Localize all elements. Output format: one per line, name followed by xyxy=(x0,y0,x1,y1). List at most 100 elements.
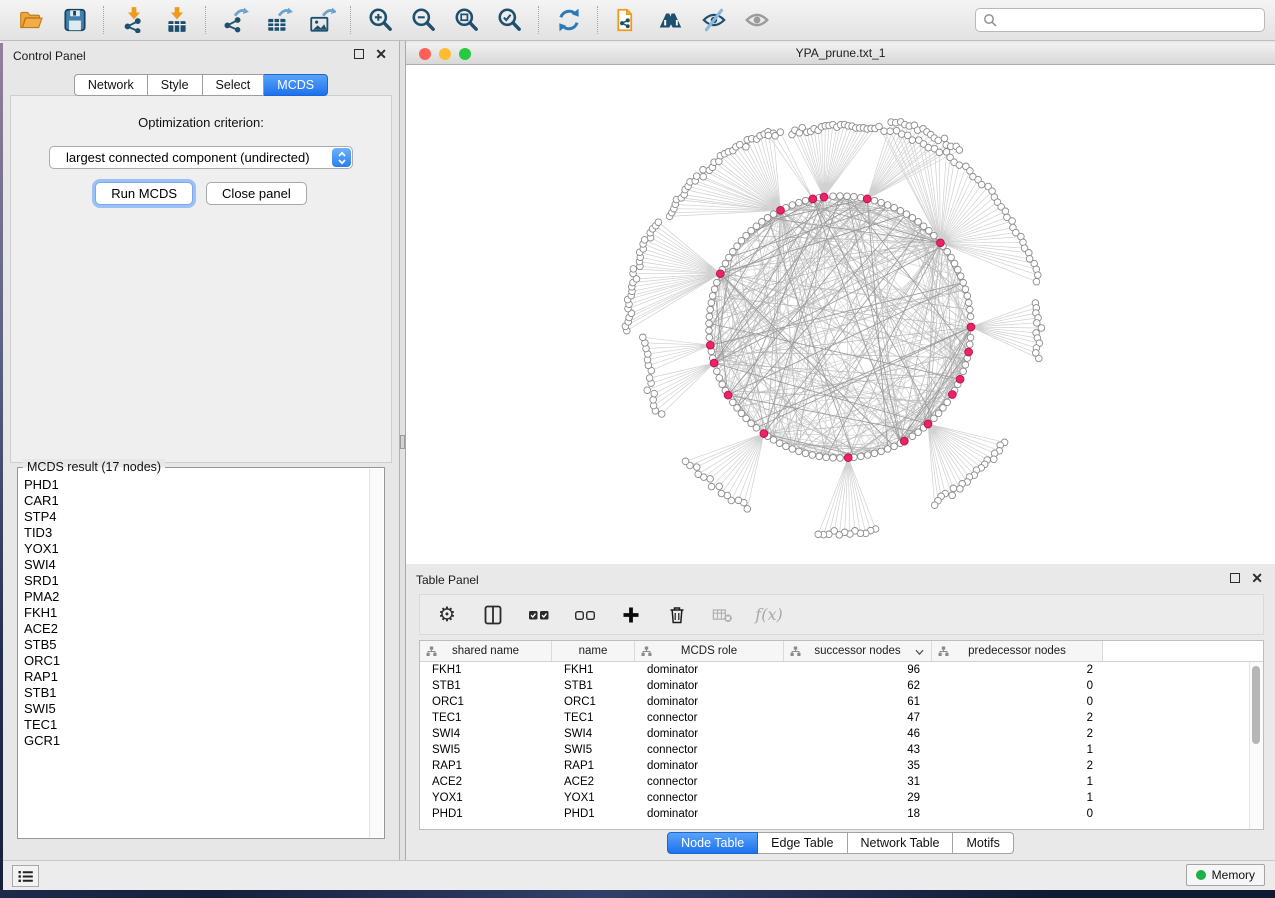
column-header-successor-nodes[interactable]: successor nodes xyxy=(784,641,932,661)
binoculars-button[interactable] xyxy=(649,3,692,37)
table-settings-button[interactable]: ⚙ xyxy=(436,604,458,626)
save-session-button[interactable] xyxy=(53,3,96,37)
zoom-out-button[interactable] xyxy=(402,3,445,37)
tab-network[interactable]: Network xyxy=(74,74,148,96)
mcds-result-item[interactable]: FKH1 xyxy=(24,605,368,621)
trash-icon xyxy=(667,605,687,625)
table-row[interactable]: SWI5SWI5connector431 xyxy=(420,742,1263,758)
column-header-predecessor-nodes[interactable]: predecessor nodes xyxy=(932,641,1103,661)
mcds-result-item[interactable]: SWI5 xyxy=(24,701,368,717)
export-table-button[interactable] xyxy=(257,3,300,37)
float-table-panel-icon[interactable] xyxy=(1230,573,1240,583)
tab-network-table[interactable]: Network Table xyxy=(848,832,954,854)
table-row[interactable]: PHD1PHD1dominator180 xyxy=(420,806,1263,822)
table-row[interactable]: ORC1ORC1dominator610 xyxy=(420,694,1263,710)
network-svg xyxy=(406,65,1275,564)
table-scrollbar-thumb[interactable] xyxy=(1252,666,1260,744)
mcds-result-item[interactable]: STB1 xyxy=(24,685,368,701)
mcds-result-item[interactable]: ORC1 xyxy=(24,653,368,669)
tab-edge-table[interactable]: Edge Table xyxy=(758,832,847,854)
zoom-fit-button[interactable] xyxy=(445,3,488,37)
zoom-in-button[interactable] xyxy=(359,3,402,37)
mcds-result-item[interactable]: TID3 xyxy=(24,525,368,541)
table-row[interactable]: YOX1YOX1connector291 xyxy=(420,790,1263,806)
share-document-button[interactable] xyxy=(606,3,649,37)
mcds-result-item[interactable]: TEC1 xyxy=(24,717,368,733)
add-column-button[interactable] xyxy=(620,604,642,626)
table-cell: PHD1 xyxy=(420,808,552,820)
table-row[interactable]: TEC1TEC1connector472 xyxy=(420,710,1263,726)
float-panel-icon[interactable] xyxy=(354,49,364,59)
run-mcds-button[interactable]: Run MCDS xyxy=(95,182,193,205)
window-maximize-light[interactable] xyxy=(459,48,471,60)
column-header-name[interactable]: name xyxy=(552,641,635,661)
table-row[interactable]: FKH1FKH1dominator962 xyxy=(420,662,1263,678)
tab-style[interactable]: Style xyxy=(148,74,203,96)
search-box[interactable] xyxy=(975,8,1265,32)
network-canvas[interactable] xyxy=(406,65,1275,564)
close-panel-button[interactable]: Close panel xyxy=(206,182,307,205)
table-cell: SWI4 xyxy=(420,728,552,740)
show-hidden-button[interactable] xyxy=(735,3,778,37)
desktop-wallpaper-edge xyxy=(0,43,3,890)
delete-table-button[interactable] xyxy=(712,604,734,626)
select-all-button[interactable] xyxy=(528,604,550,626)
tab-node-table[interactable]: Node Table xyxy=(667,832,758,854)
table-row[interactable]: ACE2ACE2connector311 xyxy=(420,774,1263,790)
mcds-result-item[interactable]: CAR1 xyxy=(24,493,368,509)
memory-button[interactable]: Memory xyxy=(1186,864,1265,886)
refresh-button[interactable] xyxy=(547,3,590,37)
tab-select[interactable]: Select xyxy=(203,74,265,96)
mcds-result-item[interactable]: RAP1 xyxy=(24,669,368,685)
sort-chevron-icon xyxy=(915,649,924,656)
import-table-button[interactable] xyxy=(155,3,198,37)
toggle-columns-button[interactable] xyxy=(482,604,504,626)
tab-motifs[interactable]: Motifs xyxy=(953,832,1013,854)
mcds-result-item[interactable]: YOX1 xyxy=(24,541,368,557)
table-row[interactable]: STB1STB1dominator620 xyxy=(420,678,1263,694)
fx-icon: f(x) xyxy=(755,605,782,624)
mcds-result-item[interactable]: ACE2 xyxy=(24,621,368,637)
mcds-result-scrollbar[interactable] xyxy=(369,469,383,837)
open-file-button[interactable] xyxy=(10,3,53,37)
window-close-light[interactable] xyxy=(419,48,431,60)
delete-column-button[interactable] xyxy=(666,604,688,626)
task-list-icon xyxy=(18,870,33,883)
share-document-icon xyxy=(614,7,642,33)
binoculars-icon xyxy=(657,7,685,33)
export-network-button[interactable] xyxy=(214,3,257,37)
column-header-shared-name[interactable]: shared name xyxy=(420,641,552,661)
table-cell: 0 xyxy=(932,808,1103,820)
tab-mcds[interactable]: MCDS xyxy=(264,74,328,96)
table-cell: 31 xyxy=(784,776,932,788)
close-table-panel-icon[interactable]: ✕ xyxy=(1251,573,1263,583)
table-row[interactable]: RAP1RAP1dominator352 xyxy=(420,758,1263,774)
mcds-result-item[interactable]: GCR1 xyxy=(24,733,368,749)
column-header-MCDS-role[interactable]: MCDS role xyxy=(635,641,784,661)
mcds-result-item[interactable]: SRD1 xyxy=(24,573,368,589)
mcds-result-item[interactable]: SWI4 xyxy=(24,557,368,573)
optimization-criterion-select[interactable]: largest connected component (undirected) xyxy=(49,146,353,169)
function-builder-button[interactable]: f(x) xyxy=(758,604,780,626)
mcds-result-item[interactable]: STB5 xyxy=(24,637,368,653)
table-cell: STB1 xyxy=(552,680,635,692)
mcds-result-item[interactable]: STP4 xyxy=(24,509,368,525)
splitter-handle[interactable] xyxy=(400,435,405,449)
mcds-result-item[interactable]: PHD1 xyxy=(24,477,368,493)
zoom-selected-button[interactable] xyxy=(488,3,531,37)
search-input[interactable] xyxy=(1002,12,1257,28)
import-network-button[interactable] xyxy=(112,3,155,37)
export-image-button[interactable] xyxy=(300,3,343,37)
table-scrollbar[interactable] xyxy=(1249,662,1263,829)
mcds-result-item[interactable]: PMA2 xyxy=(24,589,368,605)
task-history-button[interactable] xyxy=(12,865,39,887)
deselect-all-button[interactable] xyxy=(574,604,596,626)
column-type-icon xyxy=(426,646,437,657)
close-panel-icon[interactable]: ✕ xyxy=(375,49,387,59)
plus-icon xyxy=(621,605,641,625)
table-row[interactable]: SWI4SWI4dominator462 xyxy=(420,726,1263,742)
node-table-rows: FKH1FKH1dominator962STB1STB1dominator620… xyxy=(420,662,1263,822)
export-network-icon xyxy=(222,7,250,33)
hide-selected-button[interactable] xyxy=(692,3,735,37)
window-minimize-light[interactable] xyxy=(439,48,451,60)
